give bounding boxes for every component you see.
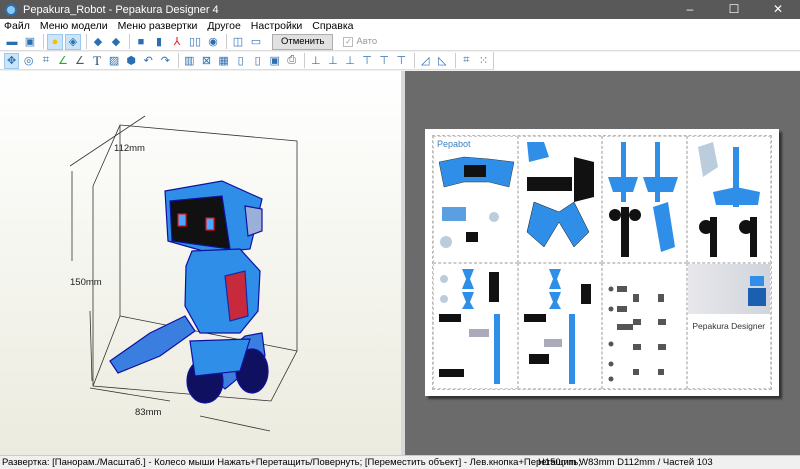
arrange-icon[interactable]: ⊠ [199, 53, 214, 69]
auto-checkbox[interactable]: ✓Авто [343, 36, 377, 47]
columns-icon[interactable]: ▦ [216, 53, 231, 69]
page-2 [518, 136, 603, 263]
light-icon[interactable]: ● [47, 34, 63, 50]
page-8: Pepakura Designer [687, 263, 772, 390]
book-icon[interactable]: ▥ [182, 53, 197, 69]
join-edge-icon[interactable]: ⌗ [38, 53, 53, 69]
cube-icon[interactable]: ■ [133, 34, 149, 50]
ungroup-icon[interactable]: ⁙ [476, 53, 491, 69]
select-tool-icon[interactable]: ✥ [4, 53, 19, 69]
page-7 [602, 263, 687, 390]
single-view-icon[interactable]: ▭ [248, 34, 264, 50]
menu-settings[interactable]: Настройки [251, 20, 303, 32]
view-icon[interactable]: ◉ [205, 34, 221, 50]
align-right-icon[interactable]: ⊥ [342, 53, 357, 69]
menu-file[interactable]: Файл [4, 20, 30, 32]
3d-model-view [0, 71, 401, 455]
flip-h-icon[interactable]: ◿ [418, 53, 433, 69]
move-part-icon[interactable]: ◆ [108, 34, 124, 50]
robot-model [110, 181, 268, 403]
brand-label: Pepakura Designer [688, 321, 771, 331]
align-center-icon[interactable]: ⊥ [325, 53, 340, 69]
undo-button[interactable]: Отменить [272, 34, 333, 50]
align-bottom-icon[interactable]: ⊤ [394, 53, 409, 69]
2d-layout-pane[interactable]: Pepabot Pepakura Designer [405, 71, 800, 455]
status-bar: Развертка: [Панорам./Масштаб.] - Колесо … [0, 455, 800, 469]
menu-other[interactable]: Другое [207, 20, 240, 32]
close-button[interactable]: ✕ [756, 0, 800, 19]
mirror-icon[interactable]: ▯▯ [187, 34, 203, 50]
axes-icon[interactable]: ⅄ [169, 34, 185, 50]
cylinder-icon[interactable]: ▮ [151, 34, 167, 50]
rotate-part-icon[interactable]: ◆ [90, 34, 106, 50]
page-1: Pepabot [433, 136, 518, 263]
rotate-tool-icon[interactable]: ◎ [21, 53, 36, 69]
page-5 [433, 263, 518, 390]
menu-help[interactable]: Справка [312, 20, 353, 32]
page-6 [518, 263, 603, 390]
width-dimension-label: 83mm [135, 407, 161, 418]
edge-line-icon[interactable]: ∠ [55, 53, 70, 69]
page-add-icon[interactable]: ▯ [250, 53, 265, 69]
app-icon [5, 4, 17, 16]
3d-view-pane[interactable]: 112mm 150mm 83mm [0, 71, 401, 455]
separator [43, 34, 44, 49]
unfold-toolbar: ✥ ◎ ⌗ ∠ ∠ T ▨ ⬢ ↶ ↷ ▥ ⊠ ▦ ▯ ▯ ▣ ⎙ ⊥ ⊥ ⊥ … [0, 52, 494, 70]
height-dimension-label: 150mm [70, 277, 102, 288]
box-icon[interactable]: ⬢ [124, 53, 139, 69]
menu-bar: Файл Меню модели Меню развертки Другое Н… [0, 19, 800, 33]
depth-dimension-label: 112mm [114, 143, 145, 154]
flip-v-icon[interactable]: ◺ [435, 53, 450, 69]
page-icon[interactable]: ▯ [233, 53, 248, 69]
separator [304, 53, 305, 68]
page-4 [687, 136, 772, 263]
undo-icon[interactable]: ↶ [141, 53, 156, 69]
flap-icon[interactable]: ∠ [72, 53, 87, 69]
separator [414, 53, 415, 68]
print-icon[interactable]: ⎙ [284, 53, 299, 69]
menu-model[interactable]: Меню модели [40, 20, 108, 32]
maximize-button[interactable]: ☐ [712, 0, 756, 19]
status-model-info: H150mm W83mm D112mm / Частей 103 [538, 456, 713, 469]
main-toolbar: ▬ ▣ ● ◈ ◆ ◆ ■ ▮ ⅄ ▯▯ ◉ ◫ ▭ Отменить ✓Авт… [0, 33, 800, 51]
auto-label: Авто [356, 36, 377, 47]
print-preview-icon[interactable]: ▣ [267, 53, 282, 69]
menu-unfold[interactable]: Меню развертки [118, 20, 198, 32]
separator [129, 34, 130, 49]
group-icon[interactable]: ⌗ [459, 53, 474, 69]
text-tool-icon[interactable]: T [90, 53, 105, 69]
window-title: Pepakura_Robot - Pepakura Designer 4 [23, 4, 219, 16]
minimize-button[interactable]: – [668, 0, 712, 19]
checkbox-box: ✓ [343, 37, 353, 47]
align-top-icon[interactable]: ⊤ [360, 53, 375, 69]
separator [455, 53, 456, 68]
redo-icon[interactable]: ↷ [158, 53, 173, 69]
image-tool-icon[interactable]: ▨ [107, 53, 122, 69]
align-left-icon[interactable]: ⊥ [308, 53, 323, 69]
page-3 [602, 136, 687, 263]
page-grid: Pepabot Pepakura Designer [432, 135, 772, 390]
separator [86, 34, 87, 49]
photo-thumbnail [688, 264, 771, 314]
open-icon[interactable]: ▬ [4, 34, 20, 50]
title-bar: Pepakura_Robot - Pepakura Designer 4 – ☐… [0, 0, 800, 19]
model-title: Pepabot [437, 139, 471, 149]
separator [178, 53, 179, 68]
split-view-icon[interactable]: ◫ [230, 34, 246, 50]
status-hint: Развертка: [Панорам./Масштаб.] - Колесо … [2, 457, 581, 468]
texture-icon[interactable]: ◈ [65, 34, 81, 50]
save-icon[interactable]: ▣ [22, 34, 38, 50]
align-middle-icon[interactable]: ⊤ [377, 53, 392, 69]
paper-sheet: Pepabot Pepakura Designer [425, 129, 779, 396]
separator [226, 34, 227, 49]
